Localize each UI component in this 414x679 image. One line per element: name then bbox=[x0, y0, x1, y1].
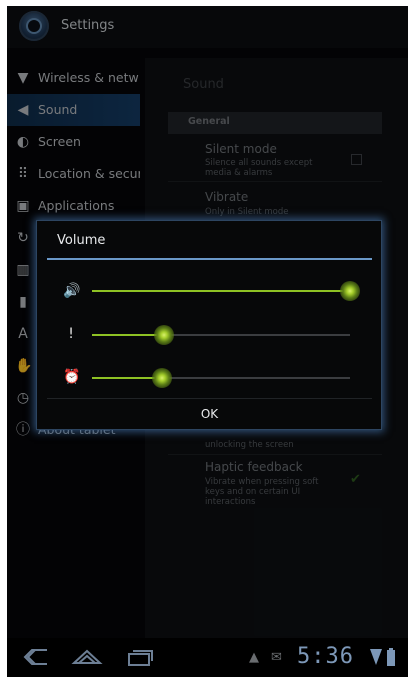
slider-fill bbox=[92, 290, 350, 292]
media-volume-slider[interactable] bbox=[92, 281, 360, 301]
slider-thumb[interactable] bbox=[154, 325, 174, 345]
battery-icon bbox=[387, 648, 395, 666]
alarm-volume-slider[interactable] bbox=[92, 368, 350, 388]
system-bar: ▲ ✉ 5:36 bbox=[7, 638, 408, 677]
notification-volume-slider[interactable] bbox=[92, 325, 350, 345]
status-clock: 5:36 bbox=[297, 644, 354, 669]
alarm-clock-icon: ⏰ bbox=[63, 369, 81, 385]
dialog-title: Volume bbox=[57, 233, 106, 248]
email-icon: ✉ bbox=[271, 650, 282, 665]
media-speaker-icon: 🔊 bbox=[63, 283, 81, 299]
android-debug-icon: ▲ bbox=[249, 650, 259, 665]
wifi-signal-icon bbox=[370, 649, 382, 665]
recent-apps-icon[interactable] bbox=[125, 646, 155, 668]
slider-thumb[interactable] bbox=[152, 368, 172, 388]
slider-thumb[interactable] bbox=[340, 281, 360, 301]
device-screen: Settings ▼ Wireless & netw ◀ Sound ◐ Scr… bbox=[7, 6, 408, 677]
dialog-button-divider bbox=[47, 398, 372, 399]
ok-button[interactable]: OK bbox=[47, 401, 372, 428]
dialog-title-divider bbox=[47, 258, 372, 260]
notification-icon: ! bbox=[68, 326, 74, 342]
volume-dialog: Volume 🔊 ! ⏰ OK bbox=[36, 220, 382, 430]
home-icon[interactable] bbox=[71, 646, 103, 668]
back-icon[interactable] bbox=[21, 646, 51, 668]
